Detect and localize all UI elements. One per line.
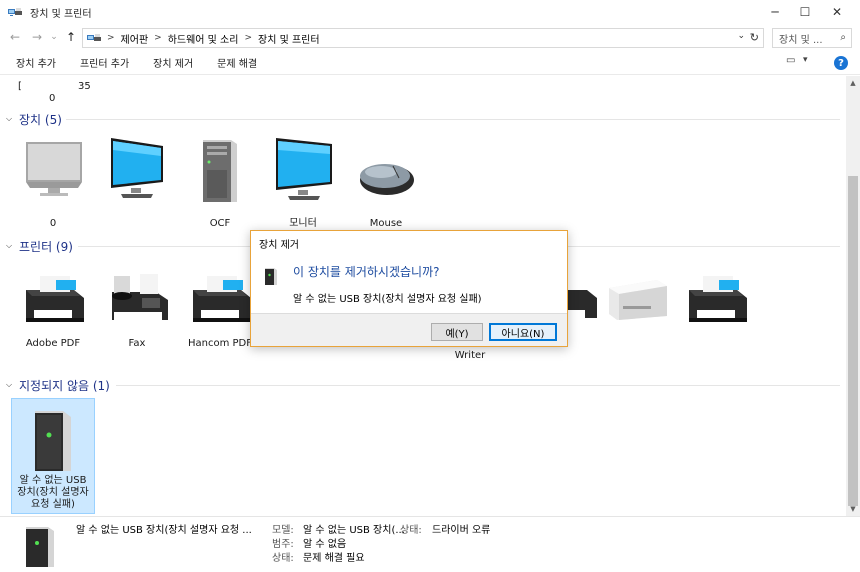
command-bar: 장치 추가 프린터 추가 장치 제거 문제 해결 ▭ ▾ ?: [0, 50, 860, 75]
printer-label: Fax: [128, 338, 146, 349]
mouse-icon: [360, 164, 414, 195]
device-label: 0: [49, 218, 57, 229]
maximize-button[interactable]: ☐: [788, 0, 822, 24]
scrollbar-thumb[interactable]: [848, 176, 858, 506]
printer-icon: [689, 276, 747, 322]
refresh-icon[interactable]: ↻: [750, 31, 759, 44]
window-title: 장치 및 프린터: [30, 8, 92, 20]
breadcrumb-hardware-sound[interactable]: 하드웨어 및 소리: [168, 31, 239, 46]
device-item[interactable]: Mouse: [344, 136, 428, 230]
breadcrumb-separator[interactable]: >: [154, 33, 162, 43]
add-printer-button[interactable]: 프린터 추가: [68, 55, 141, 70]
section-title-printers: 프린터 (9): [19, 239, 73, 254]
forward-button[interactable]: →: [26, 26, 48, 48]
address-dropdown-icon[interactable]: ⌄: [737, 31, 745, 41]
breadcrumb-separator: >: [107, 33, 115, 43]
details-state-label: 상태:: [400, 525, 422, 536]
search-icon: ⌕: [840, 32, 846, 43]
add-device-button[interactable]: 장치 추가: [0, 55, 68, 70]
partial-item-text: [: [18, 81, 22, 92]
dialog-message: 알 수 없는 USB 장치(장치 설명자 요청 실패): [293, 294, 482, 305]
section-title-devices: 장치 (5): [19, 112, 62, 127]
chevron-down-icon: ⌵: [6, 241, 13, 250]
section-divider: [66, 119, 840, 120]
dialog-heading: 이 장치를 제거하시겠습니까?: [293, 265, 440, 279]
section-header-devices[interactable]: ⌵ 장치 (5): [0, 110, 846, 128]
search-placeholder: 장치 및 ...: [779, 34, 823, 46]
breadcrumb-separator[interactable]: >: [244, 33, 252, 43]
device-label: 모니터: [289, 218, 317, 229]
details-status-label: 상태:: [272, 553, 294, 564]
title-bar: 장치 및 프린터: [0, 0, 860, 24]
search-input[interactable]: 장치 및 ... ⌕: [772, 28, 852, 48]
dialog-footer: 예(Y) 아니요(N): [251, 313, 567, 346]
printer-item[interactable]: [674, 266, 758, 338]
no-button[interactable]: 아니요(N): [489, 323, 557, 341]
unknown-usb-device-item[interactable]: 알 수 없는 USB 장치(장치 설명자 요청 실패): [11, 398, 95, 514]
printer-item[interactable]: Fax: [95, 266, 179, 350]
details-pane: 알 수 없는 USB 장치(장치 설명자 요청 ... 모델: 알 수 없는 U…: [0, 516, 860, 572]
monitor-blue-icon: [276, 138, 332, 200]
dialog-title: 장치 제거: [259, 240, 299, 251]
usb-device-icon: [265, 268, 277, 285]
vertical-scrollbar[interactable]: ▲ ▼: [846, 76, 860, 516]
up-button[interactable]: ↑: [60, 26, 82, 48]
chevron-down-icon: ⌵: [6, 380, 13, 389]
recent-locations-button[interactable]: ⌄: [48, 26, 60, 48]
printer-label: Adobe PDF: [25, 338, 81, 349]
partial-item-text: 35: [78, 81, 91, 92]
device-item[interactable]: 모니터: [261, 136, 345, 230]
details-model-label: 모델:: [272, 525, 294, 536]
view-options-icon[interactable]: ▭: [786, 55, 795, 66]
details-state-value: 드라이버 오류: [432, 525, 491, 536]
details-device-name: 알 수 없는 USB 장치(장치 설명자 요청 ...: [76, 525, 252, 536]
laser-printer-icon: [609, 280, 667, 320]
address-bar[interactable]: > 제어판 > 하드웨어 및 소리 > 장치 및 프린터 ⌄ ↻: [82, 28, 764, 48]
scroll-down-icon[interactable]: ▼: [846, 502, 860, 516]
printer-item[interactable]: [594, 266, 678, 338]
printer-icon: [26, 276, 84, 322]
device-item[interactable]: OCF: [178, 136, 262, 230]
help-button[interactable]: ?: [834, 56, 848, 70]
remove-device-dialog: 장치 제거 이 장치를 제거하시겠습니까? 알 수 없는 USB 장치(장치 설…: [250, 230, 568, 347]
section-header-unspecified[interactable]: ⌵ 지정되지 않음 (1): [0, 376, 846, 394]
monitor-blue-icon: [111, 138, 163, 198]
device-item[interactable]: [92, 136, 176, 218]
back-button[interactable]: ←: [4, 26, 26, 48]
section-divider: [116, 385, 840, 386]
minimize-button[interactable]: ─: [758, 0, 792, 24]
yes-button[interactable]: 예(Y): [431, 323, 483, 341]
usb-device-icon: [35, 411, 71, 471]
partial-item-text: 0: [49, 93, 56, 104]
usb-device-icon: [26, 527, 54, 567]
section-title-unspecified: 지정되지 않음 (1): [19, 378, 110, 393]
troubleshoot-button[interactable]: 문제 해결: [205, 55, 269, 70]
breadcrumb-devices-printers[interactable]: 장치 및 프린터: [258, 31, 320, 46]
scroll-up-icon[interactable]: ▲: [846, 76, 860, 90]
details-category-label: 범주:: [272, 539, 294, 550]
device-label: Mouse: [369, 218, 403, 229]
details-status-value: 문제 해결 필요: [303, 553, 365, 564]
control-panel-icon: [87, 34, 101, 41]
breadcrumb-control-panel[interactable]: 제어판: [121, 31, 149, 46]
view-dropdown-icon[interactable]: ▾: [803, 55, 808, 65]
monitor-gray-icon: [26, 142, 82, 196]
remove-device-button[interactable]: 장치 제거: [141, 55, 205, 70]
computer-tower-icon: [203, 140, 237, 202]
device-item[interactable]: 0: [11, 136, 95, 230]
printer-item[interactable]: Adobe PDF: [11, 266, 95, 350]
details-model-value: 알 수 없는 USB 장치(...: [303, 525, 405, 536]
details-category-value: 알 수 없음: [303, 539, 347, 550]
device-label: OCF: [209, 218, 231, 229]
address-row: ← → ⌄ ↑ > 제어판 > 하드웨어 및 소리 > 장치 및 프린터 ⌄ ↻…: [0, 25, 860, 49]
printer-icon: [193, 276, 251, 322]
devices-printers-app-icon: [8, 8, 22, 16]
fax-icon: [112, 274, 168, 320]
device-label: 알 수 없는 USB 장치(장치 설명자 요청 실패): [17, 475, 89, 510]
close-button[interactable]: ✕: [820, 0, 854, 24]
chevron-down-icon: ⌵: [6, 114, 13, 123]
